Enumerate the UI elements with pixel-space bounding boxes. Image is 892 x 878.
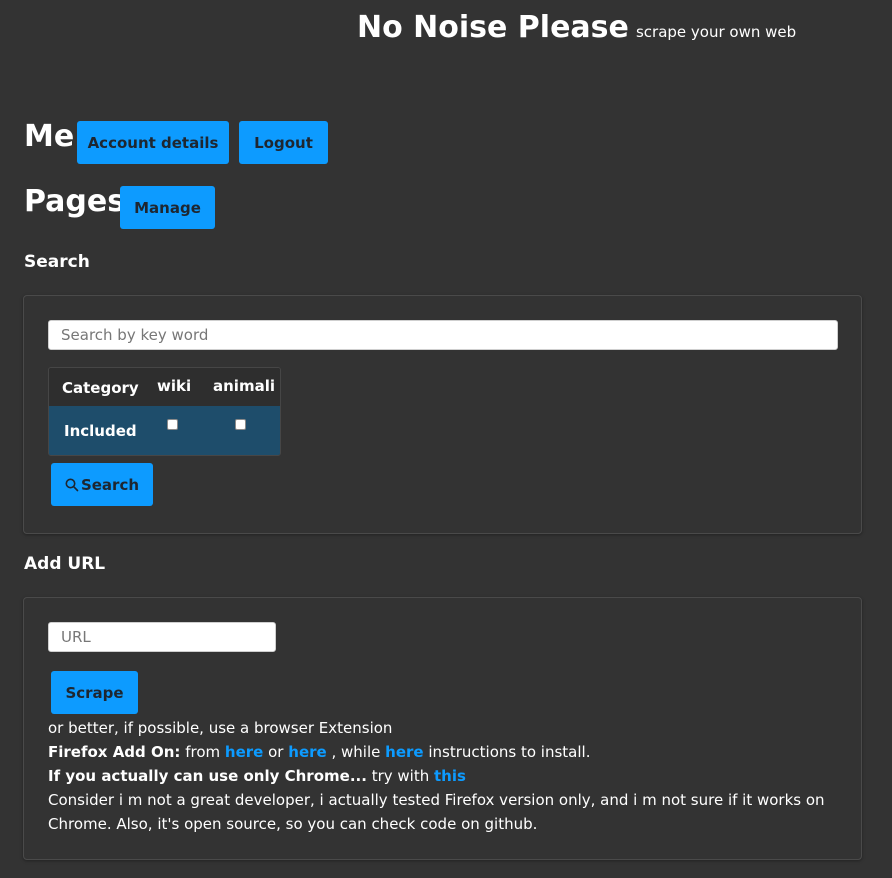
category-table-header: Category wiki animali	[49, 368, 280, 406]
add-url-heading: Add URL	[24, 554, 106, 574]
disclaimer-line-2: Chrome. Also, it's open source, so you c…	[48, 815, 538, 833]
me-heading: Me	[24, 119, 75, 154]
site-title: No Noise Please	[357, 10, 629, 45]
search-button-label: Search	[80, 475, 140, 494]
category-table: Category wiki animali Included	[48, 367, 281, 456]
site-subtitle: scrape your own web	[635, 23, 797, 41]
firefox-link-2[interactable]: here	[288, 743, 326, 761]
search-icon	[65, 478, 79, 491]
site-header: No Noise Please scrape your own web	[357, 10, 796, 45]
column-header-category: Category	[62, 379, 139, 397]
logout-button[interactable]: Logout	[239, 121, 328, 164]
firefox-addon-line: Firefox Add On: from here or here , whil…	[48, 740, 590, 764]
account-details-button[interactable]: Account details	[77, 121, 229, 164]
search-panel: Category wiki animali Included Search	[23, 295, 862, 534]
search-input[interactable]	[48, 320, 838, 350]
pages-heading: Pages	[24, 184, 126, 219]
chrome-line: If you actually can use only Chrome... t…	[48, 764, 466, 788]
while-text: , while	[331, 743, 381, 761]
instructions-text: instructions to install.	[428, 743, 591, 761]
instructions-link[interactable]: here	[385, 743, 423, 761]
search-button[interactable]: Search	[51, 463, 153, 506]
firefox-link-1[interactable]: here	[225, 743, 263, 761]
disclaimer-line-1: Consider i m not a great developer, i ac…	[48, 791, 825, 809]
try-text: try with	[371, 767, 430, 785]
chrome-label: If you actually can use only Chrome...	[48, 767, 367, 785]
row-label-included: Included	[64, 422, 137, 440]
extension-note: or better, if possible, use a browser Ex…	[48, 719, 393, 737]
from-text: from	[185, 743, 221, 761]
add-url-panel: Scrape or better, if possible, use a bro…	[23, 597, 862, 860]
column-header-animali: animali	[213, 377, 275, 395]
url-input[interactable]	[48, 622, 276, 652]
manage-pages-button[interactable]: Manage	[120, 186, 215, 229]
wiki-included-checkbox[interactable]	[167, 419, 178, 430]
animali-included-checkbox[interactable]	[235, 419, 246, 430]
chrome-link[interactable]: this	[434, 767, 466, 785]
firefox-label: Firefox Add On:	[48, 743, 181, 761]
column-header-wiki: wiki	[157, 377, 192, 395]
or-text: or	[268, 743, 284, 761]
search-heading: Search	[24, 252, 90, 272]
scrape-button[interactable]: Scrape	[51, 671, 138, 714]
table-row: Included	[49, 406, 280, 455]
